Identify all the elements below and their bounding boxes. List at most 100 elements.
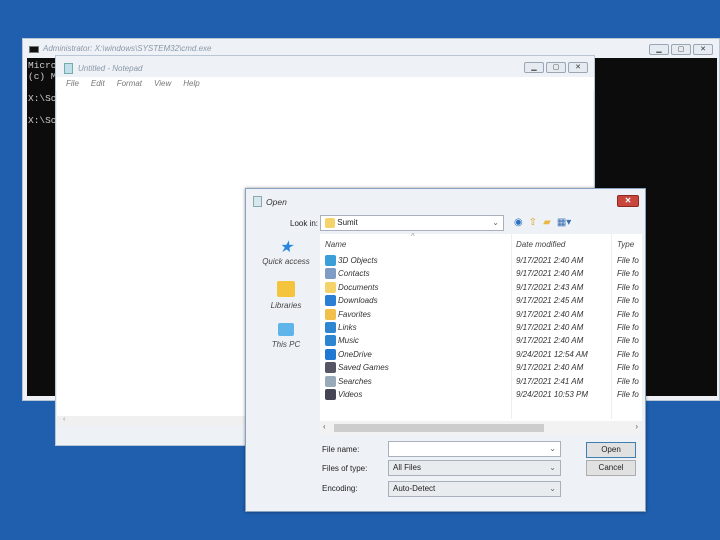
cancel-button[interactable]: Cancel [586, 460, 636, 476]
place-quick-access[interactable]: ★ Quick access [254, 237, 318, 279]
file-date: 9/17/2021 2:40 AM [516, 309, 584, 319]
notepad-title: Untitled - Notepad [78, 64, 143, 73]
file-list[interactable]: ^ Name Date modified Type 3D Objects 9/17… [320, 232, 642, 421]
file-date: 9/17/2021 2:40 AM [516, 269, 584, 279]
minimize-button[interactable]: ▁ [524, 62, 544, 73]
file-name: Links [338, 323, 357, 332]
menu-view[interactable]: View [154, 77, 171, 91]
file-type: File folder [617, 376, 639, 386]
file-name-label: File name: [322, 445, 360, 454]
folder-icon [325, 375, 336, 387]
dialog-title: Open [266, 197, 287, 207]
menu-edit[interactable]: Edit [91, 77, 105, 91]
folder-icon [325, 322, 336, 333]
file-type: File folder [617, 363, 639, 373]
file-row[interactable]: Saved Games 9/17/2021 2:40 AM File folder [320, 361, 640, 374]
file-name: 3D Objects [338, 256, 378, 265]
file-name-input[interactable]: ⌄ [388, 441, 561, 457]
file-row[interactable]: Videos 9/24/2021 10:53 PM File folder [320, 388, 640, 401]
file-type: File folder [617, 349, 639, 359]
file-name: Saved Games [338, 363, 389, 373]
file-type: File folder [617, 256, 639, 265]
file-row[interactable]: Searches 9/17/2021 2:41 AM File folder [320, 375, 640, 388]
column-name[interactable]: Name [325, 240, 346, 249]
files-of-type-dropdown[interactable]: All Files ⌄ [388, 460, 561, 476]
look-in-label: Look in: [290, 219, 319, 228]
file-name: Searches [338, 376, 372, 386]
chevron-down-icon: ⌄ [549, 444, 556, 453]
look-in-value: Sumit [337, 218, 358, 227]
close-button[interactable]: ✕ [617, 195, 639, 207]
file-date: 9/17/2021 2:43 AM [516, 282, 584, 292]
file-name: OneDrive [338, 349, 372, 359]
maximize-button[interactable]: ▢ [671, 44, 691, 55]
folder-icon [325, 348, 336, 360]
folder-icon [325, 362, 336, 374]
place-libraries[interactable]: Libraries [254, 279, 318, 321]
file-date: 9/24/2021 12:54 AM [516, 349, 588, 359]
file-name: Downloads [338, 296, 378, 306]
close-button[interactable]: ✕ [693, 44, 713, 55]
maximize-button[interactable]: ▢ [546, 62, 566, 73]
sort-arrow-icon: ^ [411, 232, 415, 241]
star-icon: ★ [278, 239, 294, 256]
column-type[interactable]: Type [617, 240, 634, 249]
chevron-down-icon: ⌄ [549, 463, 556, 472]
notepad-icon [64, 63, 73, 74]
chevron-down-icon: ⌄ [492, 218, 499, 227]
open-button[interactable]: Open [586, 442, 636, 458]
encoding-dropdown[interactable]: Auto-Detect ⌄ [388, 481, 561, 497]
file-row[interactable]: Favorites 9/17/2021 2:40 AM File folder [320, 308, 640, 321]
look-in-dropdown[interactable]: Sumit ⌄ [320, 215, 504, 231]
file-name: Music [338, 336, 359, 346]
place-this-pc[interactable]: This PC [254, 321, 318, 363]
folder-icon [325, 268, 336, 280]
folder-icon [325, 255, 336, 266]
computer-icon [278, 323, 294, 336]
files-of-type-label: Files of type: [322, 464, 368, 473]
file-row[interactable]: OneDrive 9/24/2021 12:54 AM File folder [320, 348, 640, 361]
file-date: 9/17/2021 2:40 AM [516, 323, 584, 332]
file-row[interactable]: Downloads 9/17/2021 2:45 AM File folder [320, 294, 640, 307]
file-name: Videos [338, 390, 363, 399]
menu-bar: File Edit Format View Help [56, 77, 594, 91]
menu-format[interactable]: Format [117, 77, 142, 91]
back-icon[interactable]: ◉ [514, 217, 523, 228]
file-row[interactable]: Links 9/17/2021 2:40 AM File folder [320, 321, 640, 334]
close-button[interactable]: ✕ [568, 62, 588, 73]
scroll-left-icon[interactable]: ‹ [323, 422, 326, 431]
folder-icon [325, 335, 336, 347]
file-type: File folder [617, 296, 639, 306]
file-date: 9/17/2021 2:41 AM [516, 376, 584, 386]
file-type: File folder [617, 323, 639, 332]
column-date[interactable]: Date modified [516, 240, 565, 249]
encoding-label: Encoding: [322, 484, 358, 493]
libraries-icon [277, 281, 295, 297]
menu-help[interactable]: Help [183, 77, 199, 91]
folder-icon [325, 308, 336, 320]
folder-icon [325, 389, 336, 400]
file-date: 9/17/2021 2:40 AM [516, 336, 584, 346]
new-folder-icon[interactable]: ▰ [543, 217, 551, 228]
up-folder-icon[interactable]: ⇧ [529, 217, 537, 228]
view-menu-icon[interactable]: ▦▾ [557, 217, 571, 228]
place-label: This PC [271, 340, 301, 349]
folder-icon [325, 295, 336, 307]
place-label: Quick access [262, 257, 310, 266]
file-name: Favorites [338, 309, 371, 319]
file-row[interactable]: Documents 9/17/2021 2:43 AM File folder [320, 281, 640, 294]
encoding-value: Auto-Detect [393, 484, 436, 493]
file-type: File folder [617, 282, 639, 292]
scroll-right-icon[interactable]: › [635, 422, 638, 431]
cmd-icon [29, 46, 39, 53]
file-type: File folder [617, 336, 639, 346]
open-dialog: Open ✕ Look in: Sumit ⌄ ◉ ⇧ ▰ ▦▾ ★ Quick a… [245, 188, 646, 512]
file-row[interactable]: Contacts 9/17/2021 2:40 AM File folder [320, 267, 640, 280]
file-row[interactable]: 3D Objects 9/17/2021 2:40 AM File folder [320, 254, 640, 267]
menu-file[interactable]: File [66, 77, 79, 91]
scrollbar-thumb[interactable] [334, 424, 544, 432]
horizontal-scrollbar[interactable]: ‹ › [320, 421, 642, 435]
file-row[interactable]: Music 9/17/2021 2:40 AM File folder [320, 334, 640, 347]
file-date: 9/24/2021 10:53 PM [516, 390, 589, 399]
minimize-button[interactable]: ▁ [649, 44, 669, 55]
